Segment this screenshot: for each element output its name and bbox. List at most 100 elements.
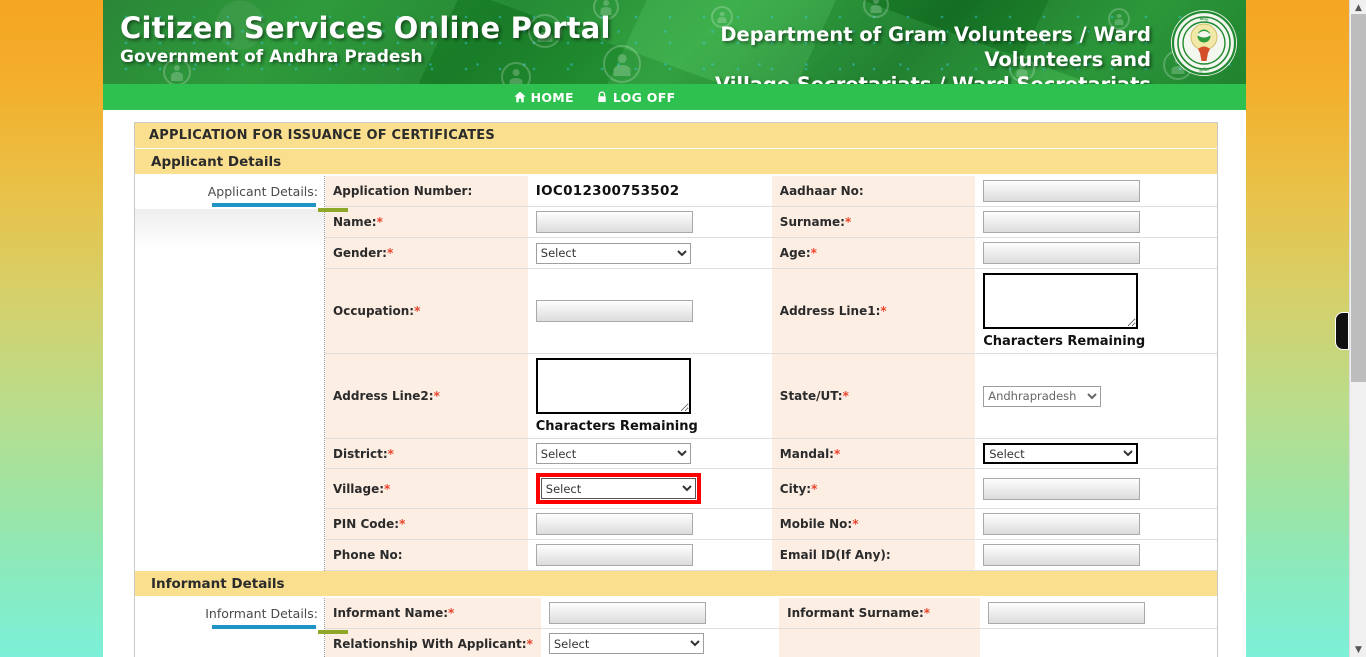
- value-email-id: [975, 539, 1217, 571]
- value-surname: [975, 206, 1217, 238]
- tab-applicant-details[interactable]: Applicant Details:: [135, 176, 324, 199]
- table-row: Relationship With Applicant:* Select: [325, 628, 1217, 657]
- page-scrollbar[interactable]: ▲ ▼: [1349, 0, 1366, 657]
- state-ut-select[interactable]: Andhrapradesh: [983, 385, 1102, 407]
- label-address-line2: Address Line2:*: [325, 353, 528, 439]
- label-text: Mandal:: [779, 446, 834, 461]
- label-occupation: Occupation:*: [325, 268, 528, 354]
- required-asterisk: *: [842, 389, 849, 403]
- label-text: Occupation:: [333, 304, 415, 318]
- department-title: Department of Gram Volunteers / Ward Vol…: [631, 22, 1151, 84]
- scrollbar-thumb[interactable]: [1351, 14, 1366, 382]
- value-aadhaar-no: [975, 176, 1217, 207]
- nav-home-link[interactable]: HOME: [513, 90, 574, 105]
- surname-input[interactable]: [983, 211, 1141, 233]
- site-subtitle: Government of Andhra Pradesh: [120, 47, 423, 67]
- label-informant-name: Informant Name:*: [325, 598, 541, 629]
- required-asterisk: *: [399, 517, 406, 531]
- required-asterisk: *: [376, 215, 383, 229]
- value-address-line1: Characters Remaining: [975, 268, 1217, 354]
- scroll-up-arrow-icon[interactable]: ▲: [1350, 0, 1366, 15]
- required-asterisk: *: [414, 304, 421, 318]
- label-surname: Surname:*: [771, 206, 976, 238]
- label-age: Age:*: [771, 237, 976, 269]
- phone-no-input[interactable]: [535, 544, 693, 566]
- lock-icon: [598, 91, 606, 102]
- required-asterisk: *: [880, 304, 887, 318]
- label-text: Application Number:: [333, 184, 473, 198]
- required-asterisk: *: [923, 606, 931, 620]
- label-address-line1: Address Line1:*: [771, 268, 976, 354]
- label-text: Village:: [333, 481, 385, 496]
- name-input[interactable]: [535, 211, 693, 233]
- label-mobile-no: Mobile No:*: [771, 508, 976, 540]
- address-line1-textarea[interactable]: [983, 273, 1139, 329]
- mobile-no-input[interactable]: [983, 513, 1141, 535]
- scroll-down-arrow-icon[interactable]: ▼: [1350, 642, 1366, 657]
- relationship-select[interactable]: Select: [548, 633, 704, 654]
- value-name: [527, 206, 772, 238]
- city-input[interactable]: [983, 477, 1141, 500]
- gender-select[interactable]: Select: [535, 242, 691, 264]
- table-row: PIN Code:* Mobile No:*: [325, 508, 1217, 540]
- label-name: Name:*: [325, 206, 528, 238]
- certificate-application-panel: APPLICATION FOR ISSUANCE OF CERTIFICATES…: [134, 122, 1218, 657]
- nav-logoff-label: LOG OFF: [612, 89, 676, 105]
- value-informant-name: [540, 598, 780, 629]
- value-city: [975, 468, 1217, 509]
- tab-informant-details[interactable]: Informant Details:: [135, 598, 324, 621]
- village-select[interactable]: Select: [540, 478, 696, 499]
- table-row: Village:* Select City:*: [325, 468, 1217, 509]
- informant-surname-input[interactable]: [988, 602, 1146, 624]
- svg-text:ఆంధ్ర: ఆంధ్ర: [1200, 16, 1209, 22]
- nav-logoff-link[interactable]: LOG OFF: [596, 90, 676, 105]
- required-asterisk: *: [387, 446, 394, 461]
- label-email-id: Email ID(If Any):: [771, 539, 976, 571]
- required-asterisk: *: [433, 389, 440, 403]
- value-informant-empty: [980, 628, 1217, 657]
- applicant-tabstrip: Applicant Details:: [135, 176, 348, 571]
- label-text: Email ID(If Any):: [779, 548, 891, 562]
- occupation-input[interactable]: [535, 300, 693, 322]
- value-age: [975, 237, 1217, 269]
- table-row: Address Line2:* Characters Remaining Sta…: [325, 353, 1217, 439]
- aadhaar-no-input[interactable]: [983, 180, 1141, 202]
- label-relationship-with-applicant: Relationship With Applicant:*: [325, 628, 541, 657]
- label-informant-empty: [779, 628, 981, 657]
- email-id-input[interactable]: [983, 544, 1141, 566]
- required-asterisk: *: [811, 481, 818, 496]
- label-aadhaar-no: Aadhaar No:: [771, 176, 976, 207]
- value-relationship-with-applicant: Select: [540, 628, 780, 657]
- table-row: Application Number: IOC012300753502 Aadh…: [325, 176, 1217, 207]
- required-asterisk: *: [810, 246, 817, 260]
- site-title: Citizen Services Online Portal: [120, 11, 611, 45]
- age-input[interactable]: [983, 242, 1141, 264]
- informant-details-heading: Informant Details: [135, 571, 1217, 597]
- label-text: State/UT:: [779, 389, 843, 403]
- value-informant-surname: [980, 598, 1217, 629]
- main-navbar: HOME LOG OFF: [103, 84, 1246, 110]
- table-row: Gender:* Select Age:*: [325, 237, 1217, 269]
- label-text: City:: [779, 481, 812, 496]
- label-text: District:: [333, 446, 388, 461]
- edge-handle-widget[interactable]: [1335, 312, 1349, 350]
- label-text: Aadhaar No:: [779, 184, 864, 198]
- address-line2-textarea[interactable]: [535, 358, 691, 414]
- mandal-select[interactable]: Select: [983, 443, 1139, 464]
- informant-name-input[interactable]: [548, 602, 706, 624]
- label-district: District:*: [325, 438, 528, 469]
- label-text: Address Line2:: [333, 389, 434, 403]
- table-row: Informant Name:* Informant Surname:*: [325, 598, 1217, 629]
- department-line-2: Village Secretariats / Ward Secretariats: [631, 72, 1151, 84]
- district-select[interactable]: Select: [535, 443, 691, 464]
- tab-active-underline: [212, 203, 348, 212]
- label-text: Surname:: [779, 215, 845, 229]
- label-text: Informant Surname:: [787, 606, 924, 620]
- value-phone-no: [527, 539, 772, 571]
- value-district: Select: [527, 438, 772, 469]
- label-pin-code: PIN Code:*: [325, 508, 528, 540]
- required-asterisk: *: [386, 246, 394, 260]
- pin-code-input[interactable]: [535, 513, 693, 535]
- form-content-area: APPLICATION FOR ISSUANCE OF CERTIFICATES…: [103, 110, 1246, 657]
- value-pin-code: [527, 508, 772, 540]
